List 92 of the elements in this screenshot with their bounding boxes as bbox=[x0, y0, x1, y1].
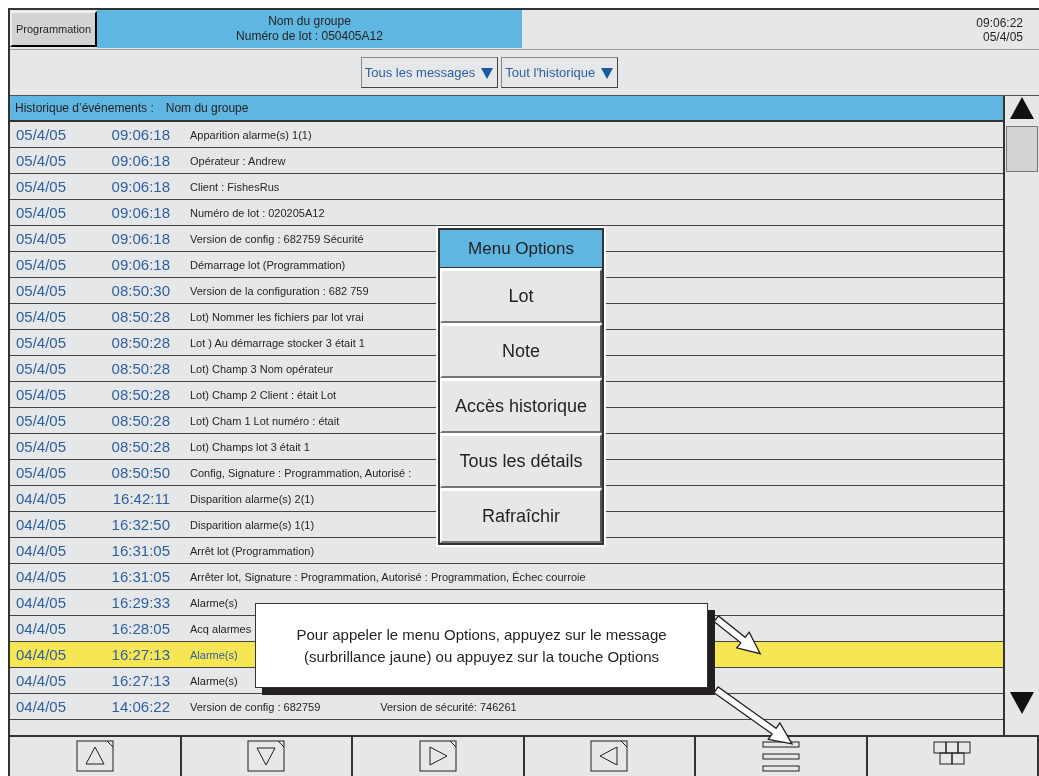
menu-title: Menu Options bbox=[440, 230, 602, 268]
event-date: 05/4/05 bbox=[15, 124, 68, 145]
event-message[interactable]: Disparition alarme(s) 1(1) bbox=[170, 516, 315, 534]
pointer-arrow bbox=[711, 614, 763, 657]
event-date: 05/4/05 bbox=[15, 306, 68, 327]
event-message[interactable]: Arrêt lot (Programmation) bbox=[170, 542, 315, 560]
event-date: 04/4/05 bbox=[15, 488, 68, 509]
event-message: Version de sécurité: 746261 bbox=[380, 699, 517, 715]
event-time: 16:27:13 bbox=[110, 644, 170, 665]
event-time: 16:29:33 bbox=[110, 592, 170, 613]
menu-item[interactable]: Rafraîchir bbox=[440, 489, 602, 543]
event-time: 16:27:13 bbox=[110, 670, 170, 691]
filter-dropdown[interactable]: Tout l'historique bbox=[501, 57, 619, 89]
event-date: 04/4/05 bbox=[15, 696, 68, 717]
event-message[interactable]: Alarme(s) bbox=[170, 594, 238, 612]
event-date: 04/4/05 bbox=[15, 540, 68, 561]
event-message[interactable]: Version de config : 682759 bbox=[170, 698, 321, 716]
table-group-name: Nom du groupe bbox=[165, 100, 249, 118]
event-message[interactable]: Numéro de lot : 020205A12 bbox=[170, 204, 325, 222]
event-time: 08:50:28 bbox=[110, 358, 170, 379]
event-time: 16:42:11 bbox=[111, 488, 170, 509]
event-time: 16:31:05 bbox=[110, 540, 170, 561]
event-date: 05/4/05 bbox=[15, 358, 68, 379]
event-message[interactable]: Arrêter lot, Signature : Programmation, Autorisé : Programmation, Échec courroie bbox=[170, 568, 586, 586]
event-date: 05/4/05 bbox=[15, 280, 68, 301]
event-date: 05/4/05 bbox=[15, 332, 68, 353]
event-date: 05/4/05 bbox=[15, 176, 68, 197]
event-date: 04/4/05 bbox=[15, 592, 68, 613]
event-date: 04/4/05 bbox=[15, 618, 68, 639]
event-message[interactable]: Lot ) Au démarrage stocker 3 était 1 bbox=[170, 334, 365, 352]
event-time: 16:28:05 bbox=[110, 618, 170, 639]
caret-icon bbox=[480, 65, 495, 80]
event-time: 09:06:18 bbox=[110, 254, 170, 275]
event-time: 09:06:18 bbox=[110, 150, 170, 171]
event-message[interactable]: Lot) Champ 2 Client : était Lot bbox=[170, 386, 337, 404]
event-message[interactable]: Opérateur : Andrew bbox=[170, 152, 286, 170]
event-message[interactable]: Config, Signature : Programmation, Autorisé : bbox=[170, 464, 412, 482]
event-time: 08:50:28 bbox=[110, 306, 170, 327]
event-time: 16:31:05 bbox=[110, 566, 170, 587]
event-message[interactable]: Alarme(s) bbox=[170, 672, 238, 690]
program-button[interactable]: Programmation bbox=[10, 11, 97, 47]
clock-date: 05/4/05 bbox=[981, 30, 1023, 44]
scroll-up-icon bbox=[1009, 96, 1035, 121]
event-time: 08:50:30 bbox=[110, 280, 170, 301]
event-date: 04/4/05 bbox=[15, 514, 68, 535]
event-date: 05/4/05 bbox=[15, 384, 68, 405]
event-time: 14:06:22 bbox=[110, 696, 170, 717]
event-time: 08:50:28 bbox=[110, 436, 170, 457]
event-date: 05/4/05 bbox=[15, 462, 68, 483]
event-date: 04/4/05 bbox=[15, 566, 68, 587]
group-name: Nom du groupe bbox=[267, 14, 352, 29]
scroll-down-icon bbox=[1009, 691, 1035, 716]
event-message[interactable]: Disparition alarme(s) 2(1) bbox=[170, 490, 315, 508]
event-time: 08:50:28 bbox=[110, 410, 170, 431]
menu-item[interactable]: Lot bbox=[440, 269, 602, 323]
event-message[interactable]: Acq alarmes bbox=[170, 620, 252, 638]
event-time: 09:06:18 bbox=[110, 176, 170, 197]
batch-number: Numéro de lot : 050405A12 bbox=[235, 29, 384, 44]
event-message[interactable]: Lot) Champs lot 3 était 1 bbox=[170, 438, 310, 456]
menu-icon bbox=[761, 740, 800, 774]
menu-item[interactable]: Tous les détails bbox=[440, 434, 602, 488]
event-message[interactable]: Lot) Champ 3 Nom opérateur bbox=[170, 360, 334, 378]
filter-dropdown[interactable]: Tous les messages bbox=[360, 57, 499, 89]
event-date: 04/4/05 bbox=[15, 644, 68, 665]
event-time: 09:06:18 bbox=[110, 202, 170, 223]
event-date: 05/4/05 bbox=[15, 150, 68, 171]
event-message[interactable]: Client : FishesRus bbox=[170, 178, 280, 196]
clock-time: 09:06:22 bbox=[976, 16, 1023, 30]
event-time: 08:50:28 bbox=[110, 332, 170, 353]
event-message[interactable]: Version de la configuration : 682 759 bbox=[170, 282, 369, 300]
event-message[interactable]: Démarrage lot (Programmation) bbox=[170, 256, 346, 274]
event-time: 08:50:28 bbox=[110, 384, 170, 405]
event-time: 16:32:50 bbox=[110, 514, 170, 535]
event-date: 05/4/05 bbox=[15, 228, 68, 249]
event-message[interactable]: Lot) Cham 1 Lot numéro : était bbox=[170, 412, 340, 430]
event-date: 05/4/05 bbox=[15, 410, 68, 431]
event-message[interactable]: Lot) Nommer les fichiers par lot vrai bbox=[170, 308, 364, 326]
event-time: 08:50:50 bbox=[110, 462, 170, 483]
event-message[interactable]: Apparition alarme(s) 1(1) bbox=[170, 126, 312, 144]
event-date: 04/4/05 bbox=[15, 670, 68, 691]
event-message[interactable]: Alarme(s) bbox=[170, 646, 238, 664]
menu-item[interactable]: Note bbox=[440, 324, 602, 378]
caret-icon bbox=[600, 65, 615, 80]
event-date: 05/4/05 bbox=[15, 254, 68, 275]
event-time: 09:06:18 bbox=[110, 124, 170, 145]
scroll-thumb[interactable] bbox=[1006, 126, 1038, 173]
table-title: Historique d’événements : bbox=[15, 100, 154, 118]
event-date: 05/4/05 bbox=[15, 202, 68, 223]
event-date: 05/4/05 bbox=[15, 436, 68, 457]
event-message[interactable]: Version de config : 682759 Sécurité bbox=[170, 230, 364, 248]
menu-item[interactable]: Accès historique bbox=[440, 379, 602, 433]
event-time: 09:06:18 bbox=[110, 228, 170, 249]
